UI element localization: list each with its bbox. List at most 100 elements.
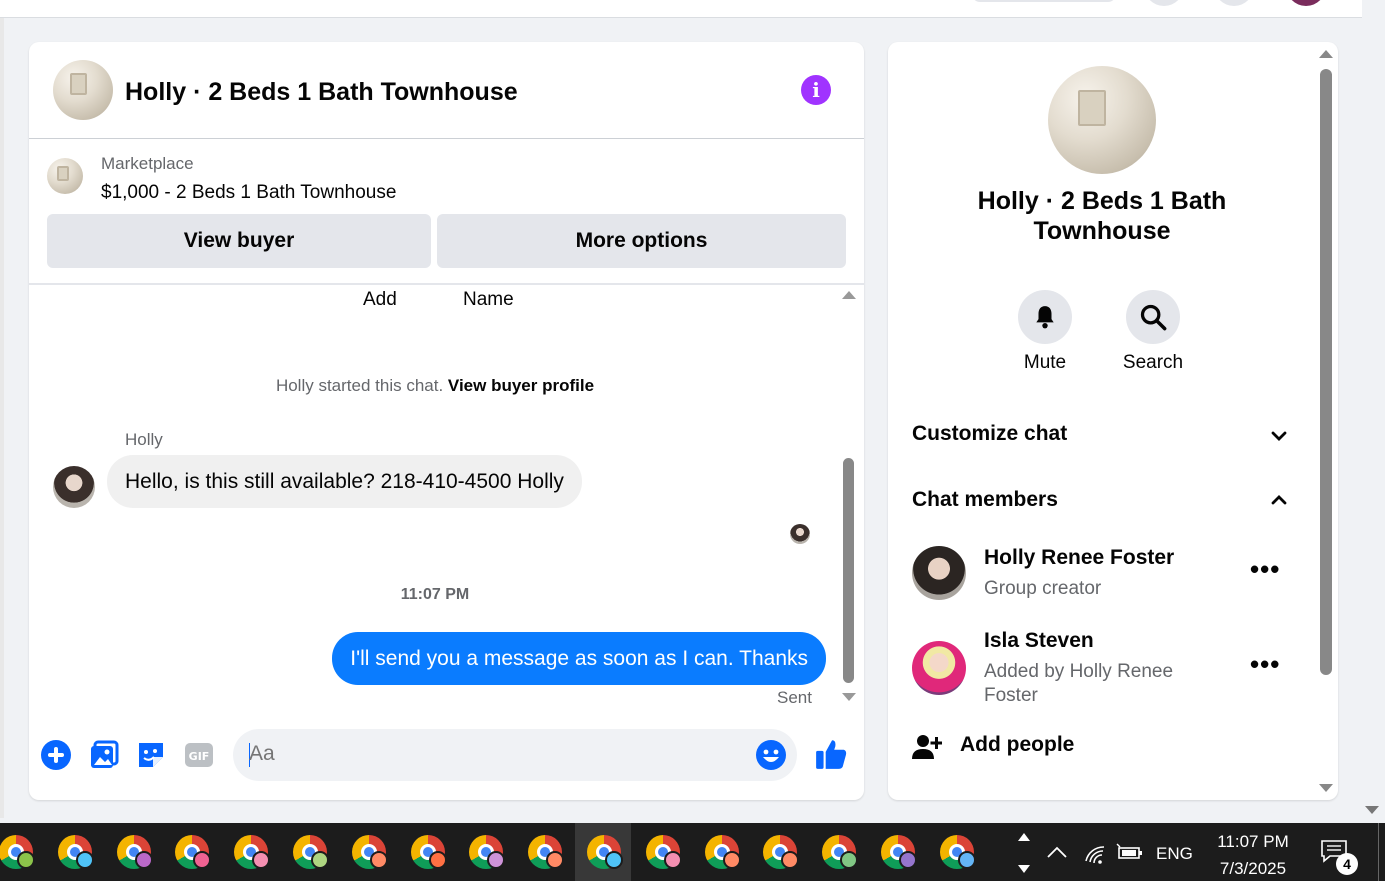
outgoing-message[interactable]: I'll send you a message as soon as I can… [332, 632, 826, 685]
taskbar-chrome-window[interactable] [693, 823, 749, 881]
chrome-icon [939, 835, 976, 869]
taskbar-chrome-window[interactable] [281, 823, 337, 881]
chat-members-toggle[interactable]: Chat members [912, 488, 1058, 512]
search-label: Search [1122, 352, 1184, 373]
mute-button[interactable] [1018, 290, 1072, 344]
scroll-down-arrow[interactable] [842, 693, 856, 701]
battery-icon[interactable] [1116, 843, 1144, 861]
chat-title[interactable]: Holly · 2 Beds 1 Bath Townhouse [125, 78, 518, 107]
clock-date: 7/3/2025 [1219, 859, 1287, 878]
show-desktop-button[interactable] [1378, 823, 1379, 881]
scroll-down-arrow[interactable] [1319, 784, 1333, 792]
left-edge [0, 18, 4, 818]
more-icon[interactable]: ••• [1250, 554, 1280, 585]
bell-icon [1036, 306, 1054, 329]
taskbar-chrome-window[interactable] [0, 823, 43, 881]
listing-thumbnail [47, 158, 83, 194]
chrome-icon [234, 835, 271, 869]
taskbar-chrome-window[interactable] [810, 823, 866, 881]
search-button[interactable] [1126, 290, 1180, 344]
scroll-thumb[interactable] [843, 458, 854, 683]
more-icon[interactable]: ••• [1250, 649, 1280, 680]
customize-chat-toggle[interactable]: Customize chat [912, 422, 1067, 446]
taskbar-chrome-window[interactable] [340, 823, 396, 881]
sticker-icon[interactable] [135, 739, 167, 771]
top-search-pill[interactable] [972, 0, 1116, 2]
message-status: Sent [777, 688, 812, 707]
incoming-message[interactable]: Hello, is this still available? 218-410-… [107, 455, 582, 508]
chat-panel: Holly · 2 Beds 1 Bath Townhouse i Market… [29, 42, 864, 800]
view-buyer-profile-link[interactable]: View buyer profile [448, 376, 594, 395]
sender-avatar[interactable] [53, 466, 95, 508]
chevron-up-icon[interactable] [1268, 489, 1290, 511]
read-receipt-avatar [790, 524, 810, 544]
taskbar-chrome-window[interactable] [457, 823, 513, 881]
taskbar-chrome-window[interactable] [163, 823, 219, 881]
add-label: Add [363, 289, 397, 310]
profile-badge-icon [722, 851, 741, 869]
chat-scrollbar[interactable] [840, 287, 856, 707]
add-people-button[interactable]: Add people [960, 733, 1074, 757]
member-avatar[interactable] [912, 546, 966, 600]
message-timestamp: 11:07 PM [400, 586, 470, 603]
info-avatar[interactable] [1048, 66, 1156, 174]
chevron-up-icon[interactable] [1018, 833, 1030, 841]
name-label: Name [463, 289, 514, 310]
taskbar-chrome-window[interactable] [869, 823, 925, 881]
info-icon[interactable]: i [801, 75, 831, 105]
page-scroll-down[interactable] [1365, 806, 1379, 814]
taskbar-chrome-window[interactable] [516, 823, 572, 881]
scroll-thumb[interactable] [1320, 69, 1332, 675]
taskbar-chrome-window[interactable] [399, 823, 455, 881]
chat-started-text: Holly started this chat. [275, 376, 448, 395]
scroll-up-arrow[interactable] [1319, 50, 1333, 58]
member-avatar[interactable] [912, 641, 966, 695]
info-scrollbar[interactable] [1316, 42, 1338, 800]
taskbar-chrome-window[interactable] [46, 823, 102, 881]
photo-icon[interactable] [88, 739, 120, 771]
thumbs-up-icon[interactable] [814, 736, 848, 772]
taskbar-chrome-window[interactable] [928, 823, 984, 881]
taskbar-chrome-window[interactable] [105, 823, 161, 881]
language-indicator[interactable]: ENG [1156, 844, 1193, 864]
profile-badge-icon [546, 851, 565, 869]
chevron-down-icon[interactable] [1268, 425, 1290, 447]
chat-avatar[interactable] [53, 60, 113, 120]
chrome-icon [175, 835, 212, 869]
taskbar-chrome-window[interactable] [222, 823, 278, 881]
plus-icon[interactable] [40, 739, 72, 771]
profile-badge-icon [252, 851, 271, 869]
chat-info-panel: Holly · 2 Beds 1 Bath Townhouse Mute Sea… [888, 42, 1338, 800]
clock[interactable]: 11:07 PM 7/3/2025 [1190, 828, 1316, 881]
more-options-button[interactable]: More options [437, 214, 846, 268]
top-menu-button[interactable] [1144, 0, 1184, 6]
message-input[interactable] [249, 742, 729, 766]
profile-badge-icon [17, 851, 35, 869]
member-name[interactable]: Holly Renee Foster [984, 546, 1174, 570]
wifi-icon[interactable] [1084, 843, 1108, 865]
chrome-icon [410, 835, 447, 869]
listing-title[interactable]: $1,000 - 2 Beds 1 Bath Townhouse [101, 182, 396, 204]
show-hidden-icons-icon[interactable] [1046, 845, 1068, 859]
gif-icon[interactable]: GIF [183, 739, 215, 771]
top-messenger-button[interactable] [1214, 0, 1254, 6]
chat-header: Holly · 2 Beds 1 Bath Townhouse i [29, 42, 864, 139]
scroll-up-arrow[interactable] [842, 291, 856, 299]
taskbar-chrome-window[interactable] [575, 823, 631, 881]
divider [29, 283, 864, 285]
message-input-box[interactable] [233, 729, 797, 781]
chevron-down-icon[interactable] [1018, 865, 1030, 873]
member-role: Added by Holly Renee Foster [984, 661, 1174, 706]
profile-badge-icon [428, 851, 447, 869]
member-name[interactable]: Isla Steven [984, 629, 1094, 653]
taskbar-chrome-window[interactable] [751, 823, 807, 881]
sender-name: Holly [125, 430, 163, 449]
top-account-avatar[interactable] [1286, 0, 1326, 6]
emoji-icon[interactable] [755, 739, 787, 771]
taskbar-chrome-window[interactable] [634, 823, 690, 881]
profile-badge-icon [369, 851, 388, 869]
svg-text:GIF: GIF [189, 750, 210, 763]
add-person-icon[interactable] [912, 732, 942, 762]
view-buyer-button[interactable]: View buyer [47, 214, 431, 268]
info-title: Holly · 2 Beds 1 Bath Townhouse [977, 187, 1227, 245]
